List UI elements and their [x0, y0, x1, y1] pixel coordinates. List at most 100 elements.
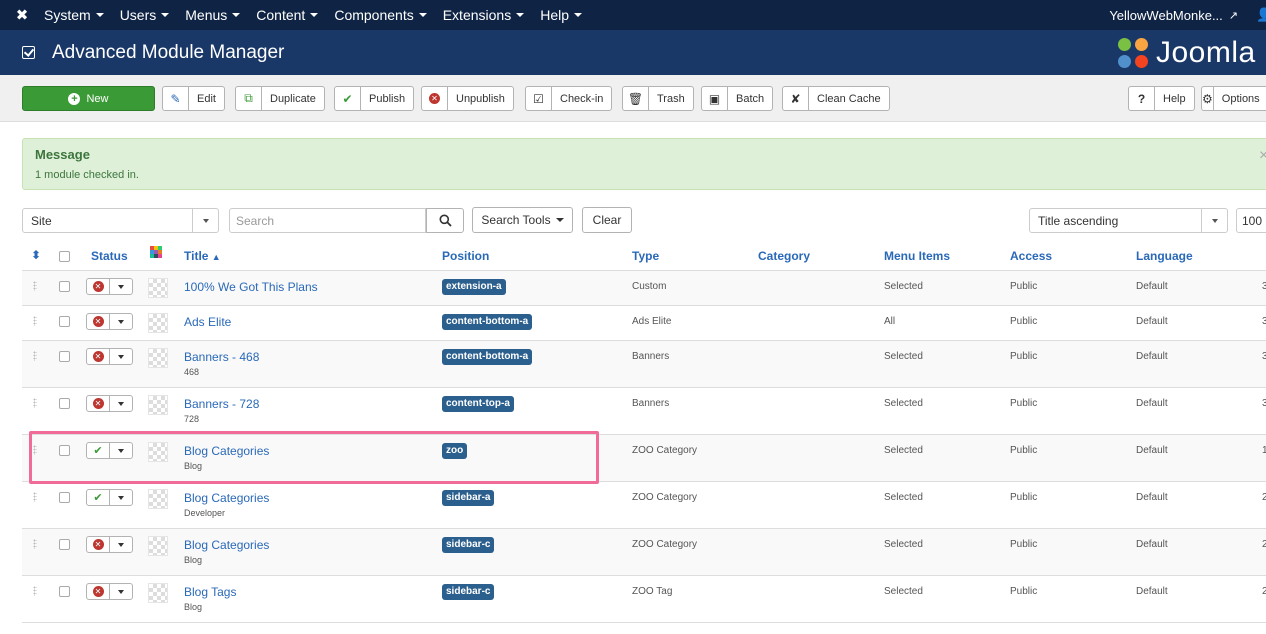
menu-extensions[interactable]: Extensions: [443, 7, 525, 23]
trash-button[interactable]: 🗑 Trash: [622, 86, 694, 111]
status-button[interactable]: ✔: [87, 490, 110, 505]
position-badge[interactable]: sidebar-c: [442, 537, 495, 553]
edit-button[interactable]: ✎ Edit: [162, 86, 225, 111]
row-checkbox[interactable]: [59, 398, 70, 409]
site-link[interactable]: YellowWebMonke...: [1109, 8, 1222, 23]
unpublish-button[interactable]: ✕ Unpublish: [421, 86, 514, 111]
external-link-icon[interactable]: ↗: [1229, 9, 1238, 22]
status-toggle[interactable]: ✕: [86, 313, 133, 330]
menu-help[interactable]: Help: [540, 7, 582, 23]
status-header[interactable]: Status: [91, 249, 128, 263]
row-checkbox[interactable]: [59, 492, 70, 503]
row-checkbox[interactable]: [59, 539, 70, 550]
module-title-link[interactable]: Blog Categories: [184, 444, 269, 458]
status-toggle[interactable]: ✕: [86, 395, 133, 412]
status-dropdown[interactable]: [110, 443, 132, 458]
check-icon: ✔: [93, 492, 103, 504]
duplicate-button[interactable]: ⧉ Duplicate: [235, 86, 325, 111]
status-toggle[interactable]: ✔: [86, 489, 133, 506]
row-checkbox[interactable]: [59, 316, 70, 327]
drag-handle-icon[interactable]: [33, 398, 37, 408]
row-checkbox[interactable]: [59, 351, 70, 362]
clear-button[interactable]: Clear: [582, 207, 632, 233]
module-title-link[interactable]: 100% We Got This Plans: [184, 280, 318, 294]
position-badge[interactable]: content-bottom-a: [442, 314, 533, 330]
checkin-button[interactable]: ☑ Check-in: [525, 86, 613, 111]
status-toggle[interactable]: ✔: [86, 442, 133, 459]
client-select[interactable]: Site: [22, 208, 219, 233]
status-button[interactable]: ✕: [87, 314, 110, 329]
position-badge[interactable]: extension-a: [442, 279, 506, 295]
module-title-link[interactable]: Blog Categories: [184, 538, 269, 552]
position-badge[interactable]: zoo: [442, 443, 468, 459]
status-dropdown[interactable]: [110, 279, 132, 294]
status-dropdown[interactable]: [110, 537, 132, 552]
module-title-link[interactable]: Banners - 468: [184, 350, 259, 364]
sort-icon[interactable]: ⬍: [31, 248, 41, 262]
menu-system[interactable]: System: [44, 7, 104, 23]
drag-handle-icon[interactable]: [33, 492, 37, 502]
access-header[interactable]: Access: [1010, 249, 1052, 263]
drag-handle-icon[interactable]: [33, 281, 37, 291]
status-toggle[interactable]: ✕: [86, 536, 133, 553]
close-icon[interactable]: ×: [1259, 147, 1266, 165]
type-header[interactable]: Type: [632, 249, 659, 263]
publish-button[interactable]: ✔ Publish: [334, 86, 415, 111]
search-button[interactable]: [426, 208, 464, 233]
ordering-select[interactable]: Title ascending: [1029, 208, 1228, 233]
status-toggle[interactable]: ✕: [86, 583, 133, 600]
user-icon[interactable]: 👤: [1256, 7, 1266, 23]
status-dropdown[interactable]: [110, 490, 132, 505]
row-checkbox[interactable]: [59, 586, 70, 597]
new-button[interactable]: + New: [22, 86, 155, 111]
drag-handle-icon[interactable]: [33, 316, 37, 326]
position-header[interactable]: Position: [442, 249, 489, 263]
select-all-checkbox[interactable]: [59, 251, 70, 262]
status-button[interactable]: ✕: [87, 584, 110, 599]
row-checkbox[interactable]: [59, 281, 70, 292]
module-title-link[interactable]: Banners - 728: [184, 397, 259, 411]
language-header[interactable]: Language: [1136, 249, 1193, 263]
module-title-link[interactable]: Blog Tags: [184, 585, 236, 599]
clean-cache-button[interactable]: ✘ Clean Cache: [782, 86, 890, 111]
module-title-link[interactable]: Ads Elite: [184, 315, 231, 329]
drag-handle-icon[interactable]: [33, 445, 37, 455]
category-header[interactable]: Category: [758, 249, 810, 263]
position-badge[interactable]: content-top-a: [442, 396, 514, 412]
drag-handle-icon[interactable]: [33, 586, 37, 596]
status-dropdown[interactable]: [110, 584, 132, 599]
options-button[interactable]: ⚙ Options: [1201, 86, 1266, 111]
row-checkbox[interactable]: [59, 445, 70, 456]
drag-handle-icon[interactable]: [33, 539, 37, 549]
menu-content[interactable]: Content: [256, 7, 319, 23]
table-header: ⬍ Status Title ▲ Position Type Category …: [22, 240, 1266, 271]
drag-handle-icon[interactable]: [33, 351, 37, 361]
position-badge[interactable]: sidebar-a: [442, 490, 495, 506]
color-grid-icon[interactable]: [150, 246, 162, 258]
status-dropdown[interactable]: [110, 349, 132, 364]
status-button[interactable]: ✕: [87, 279, 110, 294]
status-button[interactable]: ✕: [87, 396, 110, 411]
status-button[interactable]: ✕: [87, 349, 110, 364]
status-button[interactable]: ✔: [87, 443, 110, 458]
search-tools-button[interactable]: Search Tools: [472, 207, 573, 233]
status-button[interactable]: ✕: [87, 537, 110, 552]
status-toggle[interactable]: ✕: [86, 278, 133, 295]
module-title-link[interactable]: Blog Categories: [184, 491, 269, 505]
position-badge[interactable]: content-bottom-a: [442, 349, 533, 365]
title-header[interactable]: Title ▲: [184, 249, 221, 263]
position-badge[interactable]: sidebar-c: [442, 584, 495, 600]
menu-items-header[interactable]: Menu Items: [884, 249, 950, 263]
menu-menus[interactable]: Menus: [185, 7, 241, 23]
help-button[interactable]: ? Help: [1128, 86, 1195, 111]
batch-button[interactable]: ▣ Batch: [701, 86, 774, 111]
status-dropdown[interactable]: [110, 396, 132, 411]
joomla-logo-icon[interactable]: ✖: [0, 6, 44, 24]
limit-select[interactable]: 100: [1236, 208, 1266, 233]
status-dropdown[interactable]: [110, 314, 132, 329]
menu-users[interactable]: Users: [120, 7, 170, 23]
brand-wordmark: Joomla: [1156, 36, 1256, 69]
status-toggle[interactable]: ✕: [86, 348, 133, 365]
menu-components[interactable]: Components: [334, 7, 427, 23]
search-input[interactable]: [229, 208, 426, 233]
